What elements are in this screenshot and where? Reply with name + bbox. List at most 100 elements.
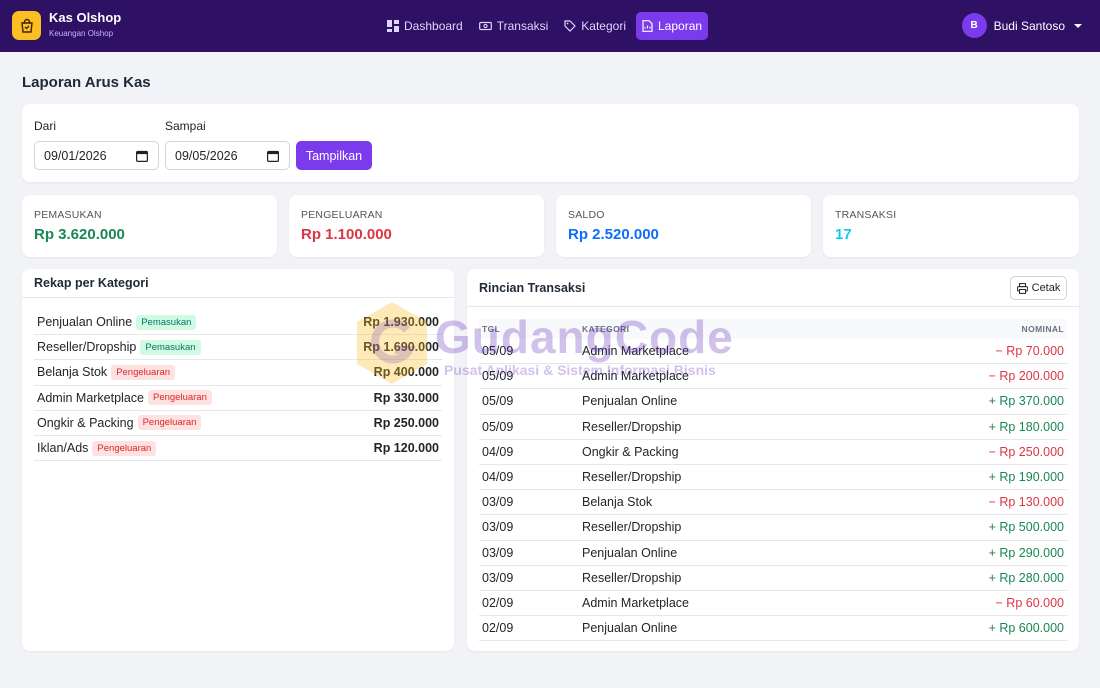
table-row: 02/09 Penjualan Online + Rp 600.000: [479, 616, 1067, 642]
type-badge: Pengeluaran: [92, 440, 157, 456]
row-date: 05/09: [482, 369, 514, 384]
category-name: Admin Marketplace: [37, 390, 144, 405]
stat-label: SALDO: [568, 209, 605, 221]
table-row: 02/09 Admin Marketplace − Rp 60.000: [479, 591, 1067, 617]
stat-value: Rp 1.100.000: [301, 226, 392, 243]
nav-kategori-label: Kategori: [581, 19, 626, 33]
report-icon: [642, 20, 653, 32]
category-amount: Rp 330.000: [373, 390, 439, 405]
row-date: 03/09: [482, 570, 514, 585]
print-button[interactable]: Cetak: [1010, 276, 1067, 300]
row-date: 05/09: [482, 344, 514, 359]
calendar-icon: [136, 150, 148, 162]
stat-income: PEMASUKAN Rp 3.620.000: [22, 195, 277, 257]
brand-title: Kas Olshop: [49, 10, 122, 25]
nav-kategori[interactable]: Kategori: [558, 12, 632, 40]
stat-transactions: TRANSAKSI 17: [823, 195, 1079, 257]
stat-label: PENGELUARAN: [301, 209, 383, 221]
category-amount: Rp 250.000: [373, 415, 439, 430]
to-date-input[interactable]: 09/05/2026: [165, 141, 290, 170]
category-summary-card: Rekap per Kategori Penjualan Online Pema…: [22, 269, 454, 651]
main-nav: Dashboard Transaksi Kategori Laporan: [381, 12, 712, 40]
category-name: Iklan/Ads: [37, 441, 89, 456]
category-amount: Rp 400.000: [373, 365, 439, 380]
list-item: Belanja Stok Pengeluaran Rp 400.000: [34, 360, 442, 386]
calendar-icon: [267, 150, 279, 162]
row-amount: + Rp 600.000: [988, 621, 1064, 636]
category-amount: Rp 1.930.000: [363, 315, 439, 330]
nav-transaksi[interactable]: Transaksi: [473, 12, 555, 40]
row-date: 05/09: [482, 394, 514, 409]
row-category: Belanja Stok: [582, 495, 653, 510]
table-row: 03/09 Penjualan Online + Rp 290.000: [479, 541, 1067, 566]
brand[interactable]: Kas Olshop Keuangan Olshop: [12, 11, 121, 40]
category-amount: Rp 120.000: [373, 441, 439, 456]
row-category: Reseller/Dropship: [582, 470, 682, 485]
header-amount: NOMINAL: [1021, 324, 1064, 334]
stat-label: PEMASUKAN: [34, 209, 102, 221]
from-date-value: 09/01/2026: [44, 148, 107, 163]
row-date: 02/09: [482, 595, 514, 610]
table-row: 05/09 Penjualan Online + Rp 370.000: [479, 389, 1067, 415]
row-category: Admin Marketplace: [582, 344, 689, 359]
print-button-label: Cetak: [1031, 282, 1061, 294]
row-category: Penjualan Online: [582, 394, 678, 409]
filter-card: Dari 09/01/2026 Sampai 09/05/2026 Tampil…: [22, 104, 1079, 182]
show-button[interactable]: Tampilkan: [296, 141, 372, 170]
list-item: Iklan/Ads Pengeluaran Rp 120.000: [34, 436, 442, 462]
row-amount: + Rp 190.000: [988, 470, 1064, 485]
nav-dashboard-label: Dashboard: [404, 19, 463, 33]
from-date-input[interactable]: 09/01/2026: [34, 141, 159, 170]
category-amount: Rp 1.690.000: [363, 340, 439, 355]
table-row: 05/09 Admin Marketplace − Rp 200.000: [479, 364, 1067, 390]
header-category: KATEGORI: [582, 324, 630, 334]
list-item: Admin Marketplace Pengeluaran Rp 330.000: [34, 386, 442, 411]
list-item: Penjualan Online Pemasukan Rp 1.930.000: [34, 310, 442, 336]
row-date: 04/09: [482, 444, 514, 459]
category-name: Belanja Stok: [37, 365, 108, 380]
category-list: Penjualan Online Pemasukan Rp 1.930.000 …: [34, 310, 442, 462]
shopping-bag-icon: [12, 11, 41, 40]
row-category: Penjualan Online: [582, 545, 678, 560]
row-amount: + Rp 500.000: [988, 520, 1064, 535]
tag-icon: [564, 20, 577, 32]
table-row: 05/09 Reseller/Dropship + Rp 180.000: [479, 415, 1067, 440]
row-amount: − Rp 250.000: [988, 444, 1064, 459]
table-row: 03/09 Reseller/Dropship + Rp 500.000: [479, 515, 1067, 541]
page-title: Laporan Arus Kas: [22, 74, 151, 91]
stat-value: Rp 3.620.000: [34, 226, 125, 243]
row-date: 03/09: [482, 520, 514, 535]
grid-icon: [387, 20, 399, 32]
transaction-table: TGL KATEGORI NOMINAL 05/09 Admin Marketpl…: [479, 319, 1067, 642]
nav-dashboard[interactable]: Dashboard: [381, 12, 469, 40]
row-category: Reseller/Dropship: [582, 419, 682, 434]
row-amount: − Rp 200.000: [988, 369, 1064, 384]
transaction-card-title: Rincian Transaksi: [479, 280, 586, 295]
from-label: Dari: [34, 119, 57, 133]
row-category: Reseller/Dropship: [582, 570, 682, 585]
category-name: Penjualan Online: [37, 315, 133, 330]
row-category: Admin Marketplace: [582, 369, 689, 384]
type-badge: Pemasukan: [136, 314, 197, 330]
row-date: 02/09: [482, 621, 514, 636]
list-item: Ongkir & Packing Pengeluaran Rp 250.000: [34, 411, 442, 436]
row-date: 03/09: [482, 495, 514, 510]
row-category: Ongkir & Packing: [582, 444, 679, 459]
row-amount: + Rp 280.000: [988, 570, 1064, 585]
caret-down-icon: [1074, 23, 1082, 28]
type-badge: Pengeluaran: [111, 364, 176, 380]
user-menu[interactable]: B Budi Santoso: [961, 13, 1082, 38]
row-category: Penjualan Online: [582, 621, 678, 636]
stat-value: 17: [835, 226, 852, 243]
avatar: B: [961, 13, 987, 38]
stat-balance: SALDO Rp 2.520.000: [556, 195, 811, 257]
to-date-value: 09/05/2026: [175, 148, 238, 163]
row-amount: − Rp 70.000: [995, 344, 1064, 359]
user-name: Budi Santoso: [993, 18, 1065, 33]
row-date: 04/09: [482, 470, 514, 485]
row-date: 05/09: [482, 419, 514, 434]
row-amount: + Rp 180.000: [988, 419, 1064, 434]
table-row: 04/09 Ongkir & Packing − Rp 250.000: [479, 440, 1067, 465]
nav-laporan[interactable]: Laporan: [636, 12, 709, 40]
category-name: Reseller/Dropship: [37, 340, 137, 355]
